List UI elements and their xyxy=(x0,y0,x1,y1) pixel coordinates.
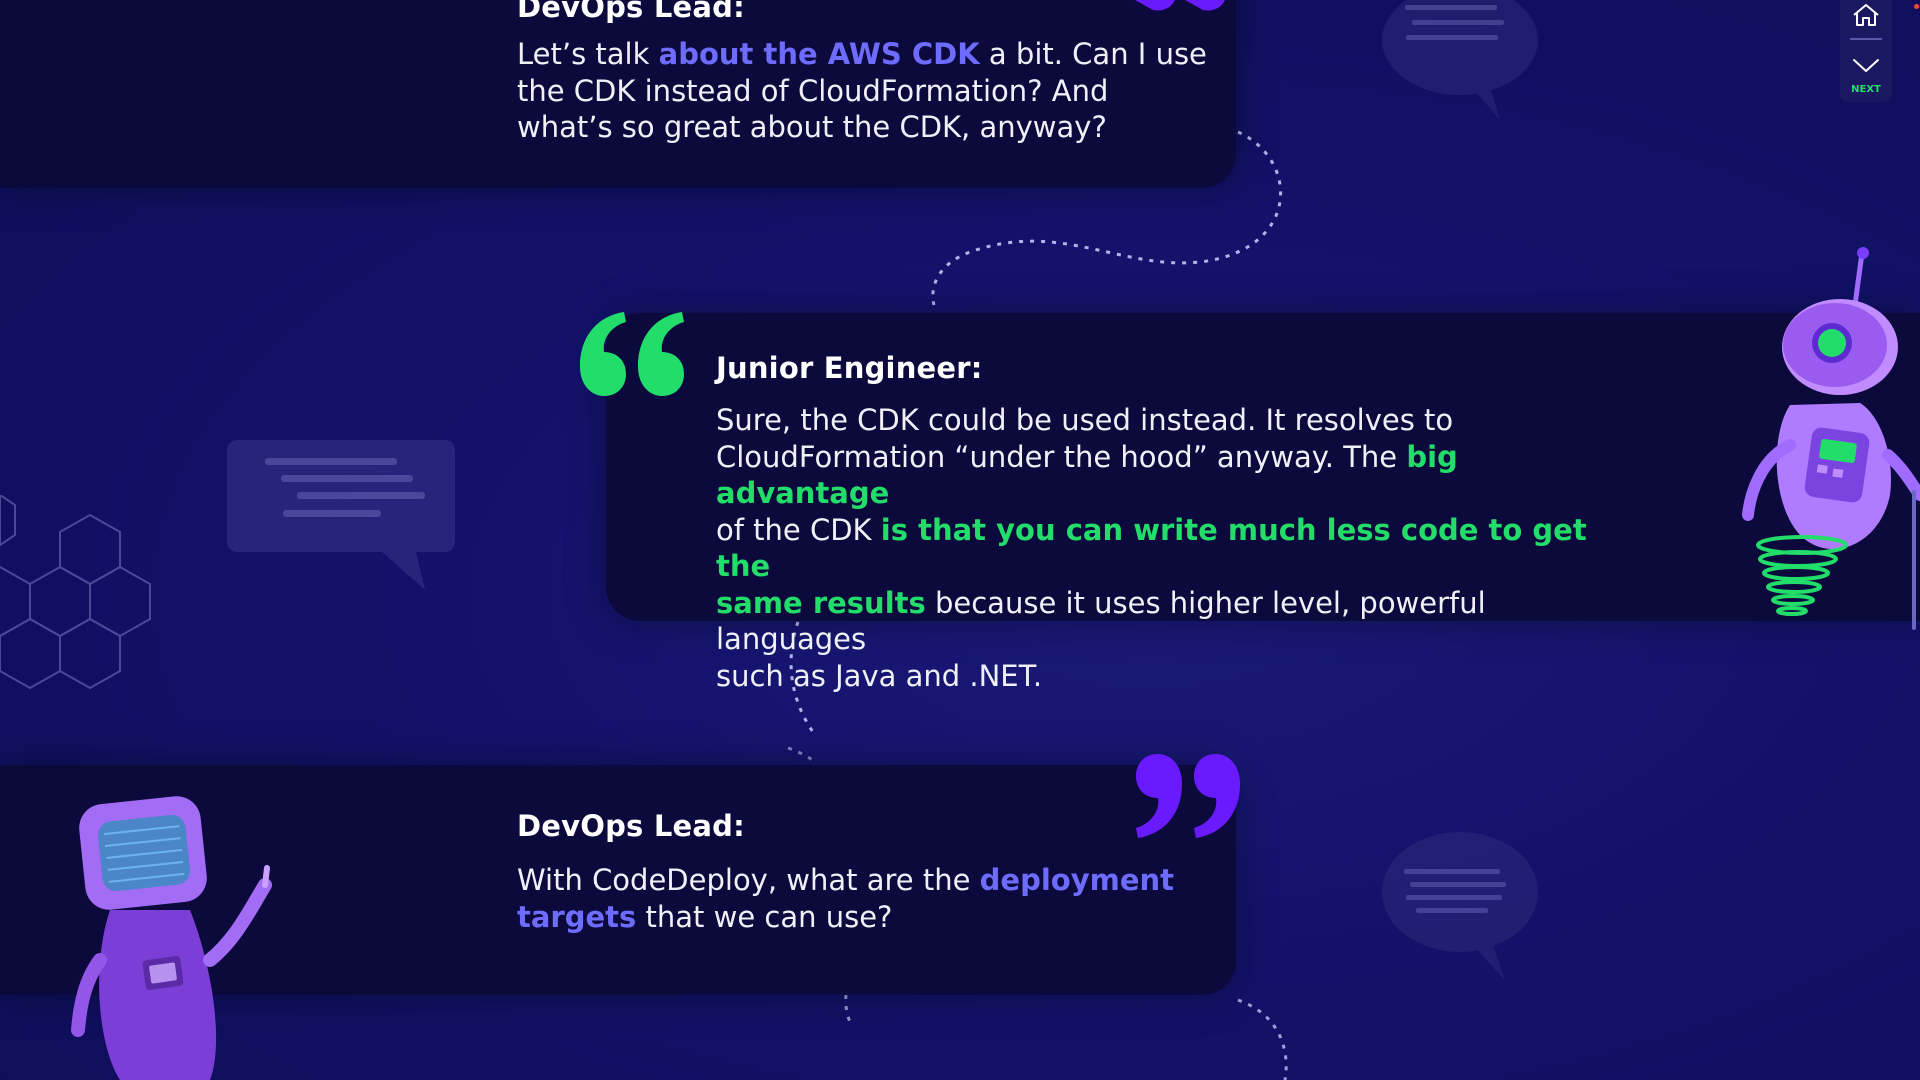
message-line: targets that we can use? xyxy=(517,899,1217,936)
robot-illustration xyxy=(71,796,272,1080)
robot-illustration xyxy=(1742,247,1920,616)
message-text: Let’s talk about the AWS CDK a bit. Can … xyxy=(517,36,1217,146)
chevron-down-icon[interactable] xyxy=(1851,56,1881,76)
conversation-stage: DevOps Lead: Let’s talk about the AWS CD… xyxy=(0,0,1920,1080)
message-segment: CloudFormation “under the hood” anyway. … xyxy=(716,439,1407,474)
highlight-link[interactable]: deployment xyxy=(980,863,1174,897)
navigation-panel: NEXT xyxy=(1840,0,1892,102)
message-text: Sure, the CDK could be used instead. It … xyxy=(716,402,1636,694)
highlight-text: same results xyxy=(716,585,926,620)
message-line: Sure, the CDK could be used instead. It … xyxy=(716,403,1454,437)
speaker-name: Junior Engineer: xyxy=(716,351,983,385)
message-segment: of the CDK xyxy=(716,512,881,547)
chat-bubble-icon xyxy=(227,440,455,590)
message-line: With CodeDeploy, what are the deployment xyxy=(517,862,1217,899)
dialogue-card-devops-lead: DevOps Lead: Let’s talk about the AWS CD… xyxy=(0,0,1236,188)
message-segment: that we can use? xyxy=(636,899,893,934)
message-line: same results because it uses higher leve… xyxy=(716,585,1636,658)
message-segment: a bit. Can I use xyxy=(979,37,1207,71)
home-icon[interactable] xyxy=(1851,2,1881,28)
notification-dot xyxy=(1914,4,1919,9)
message-text: With CodeDeploy, what are the deployment… xyxy=(517,862,1217,935)
highlight-link[interactable]: targets xyxy=(517,900,636,934)
next-button-label[interactable]: NEXT xyxy=(1840,84,1892,95)
message-line: CloudFormation “under the hood” anyway. … xyxy=(716,439,1636,512)
highlight-link[interactable]: about the AWS CDK xyxy=(659,37,980,71)
closing-quote-icon xyxy=(1136,754,1240,838)
chat-bubble-icon xyxy=(1382,0,1538,120)
message-line: Let’s talk about the AWS CDK a bit. Can … xyxy=(517,36,1217,73)
message-line: the CDK instead of CloudFormation? And xyxy=(517,73,1109,108)
nav-divider xyxy=(1850,38,1882,40)
speaker-name: DevOps Lead: xyxy=(517,0,745,24)
speaker-name: DevOps Lead: xyxy=(517,809,745,843)
hexagon-pattern-decoration xyxy=(0,495,151,690)
closing-quote-icon xyxy=(1135,0,1225,11)
chat-bubble-icon xyxy=(1382,832,1538,980)
opening-quote-icon xyxy=(580,312,684,396)
message-line: of the CDK is that you can write much le… xyxy=(716,512,1636,585)
scrollbar-thumb[interactable] xyxy=(1912,490,1916,630)
message-segment: With CodeDeploy, what are the xyxy=(517,863,980,897)
message-segment: Let’s talk xyxy=(517,37,659,71)
message-line: what’s so great about the CDK, anyway? xyxy=(517,110,1107,144)
message-line: such as Java and .NET. xyxy=(716,658,1043,693)
